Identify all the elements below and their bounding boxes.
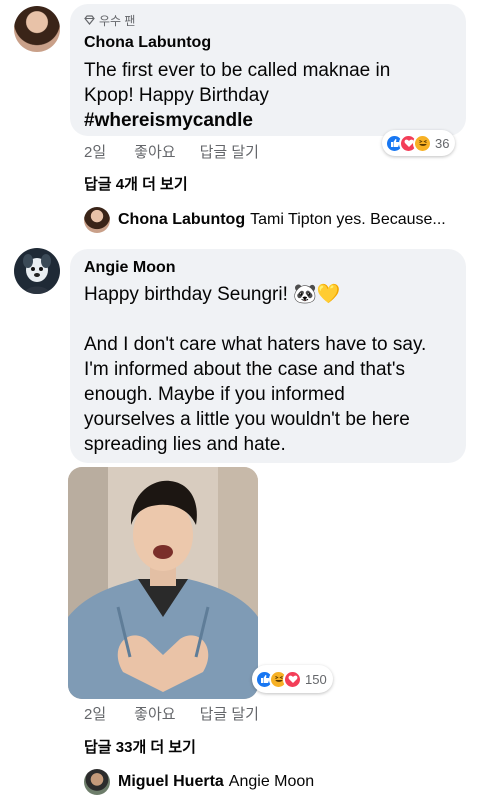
- comment-text: Happy birthday Seungri! 🐼💛 And I don't c…: [84, 282, 426, 457]
- diamond-icon: [84, 14, 95, 28]
- comment-actions-1: 2일 좋아요 답글 달기: [84, 141, 259, 162]
- reaction-count: 36: [435, 135, 450, 151]
- comment-line: I'm informed about the case and that's: [84, 359, 405, 380]
- comment-author[interactable]: Angie Moon: [84, 259, 176, 277]
- comment-line: Kpop! Happy Birthday: [84, 85, 269, 106]
- comment-line: enough. Maybe if you informed: [84, 384, 345, 405]
- reply-button[interactable]: 답글 달기: [200, 703, 259, 724]
- comment-line: And I don't care what haters have to say…: [84, 334, 427, 355]
- reply-preview-2[interactable]: Miguel Huerta Angie Moon: [84, 769, 314, 795]
- comment-line: spreading lies and hate.: [84, 434, 286, 455]
- reply-avatar-miguel[interactable]: [84, 769, 110, 795]
- reply-snippet: Tami Tipton yes. Because...: [250, 211, 446, 228]
- comment-photo[interactable]: [68, 467, 258, 699]
- comment-line: The first ever to be called maknae in: [84, 60, 391, 81]
- haha-reaction-icon: [413, 133, 432, 153]
- comment-author[interactable]: Chona Labuntog: [84, 34, 211, 52]
- panda-heart-emoji: 🐼💛: [293, 284, 341, 305]
- reaction-count: 150: [305, 671, 327, 687]
- comment-line: Happy birthday Seungri! 🐼💛: [84, 284, 341, 305]
- like-button[interactable]: 좋아요: [134, 141, 175, 162]
- comment-bubble-1: 우수 팬 Chona Labuntog The first ever to be…: [70, 4, 466, 136]
- comment-line: [84, 307, 426, 332]
- love-reaction-icon: [283, 669, 302, 689]
- dog-avatar-image: [23, 254, 51, 294]
- comment-line: yourselves a little you wouldn't be here: [84, 409, 410, 430]
- reply-snippet: Angie Moon: [228, 773, 315, 790]
- hashtag-link[interactable]: #whereismycandle: [84, 108, 390, 133]
- comment-actions-2: 2일 좋아요 답글 달기: [84, 703, 259, 724]
- comment-text: The first ever to be called maknae in Kp…: [84, 58, 390, 133]
- timestamp: 2일: [84, 144, 107, 161]
- reply-avatar-chona[interactable]: [84, 207, 110, 233]
- avatar-angie[interactable]: [14, 248, 60, 294]
- avatar-chona[interactable]: [14, 6, 60, 52]
- view-more-replies-2[interactable]: 답글 33개 더 보기: [84, 736, 196, 757]
- reply-preview-1[interactable]: Chona Labuntog Tami Tipton yes. Because.…: [84, 207, 446, 233]
- top-fan-badge: 우수 팬: [84, 12, 135, 29]
- timestamp: 2일: [84, 706, 107, 723]
- comment-bubble-2: Angie Moon Happy birthday Seungri! 🐼💛 An…: [70, 249, 466, 463]
- reaction-summary-2[interactable]: 150: [252, 665, 333, 693]
- view-more-replies-1[interactable]: 답글 4개 더 보기: [84, 173, 188, 194]
- badge-label: 우수 팬: [99, 14, 136, 28]
- like-button[interactable]: 좋아요: [134, 703, 175, 724]
- reply-author[interactable]: Miguel Huerta: [118, 773, 224, 791]
- reply-button[interactable]: 답글 달기: [200, 141, 259, 162]
- reaction-summary-1[interactable]: 36: [382, 130, 456, 156]
- reply-author[interactable]: Chona Labuntog: [118, 211, 245, 229]
